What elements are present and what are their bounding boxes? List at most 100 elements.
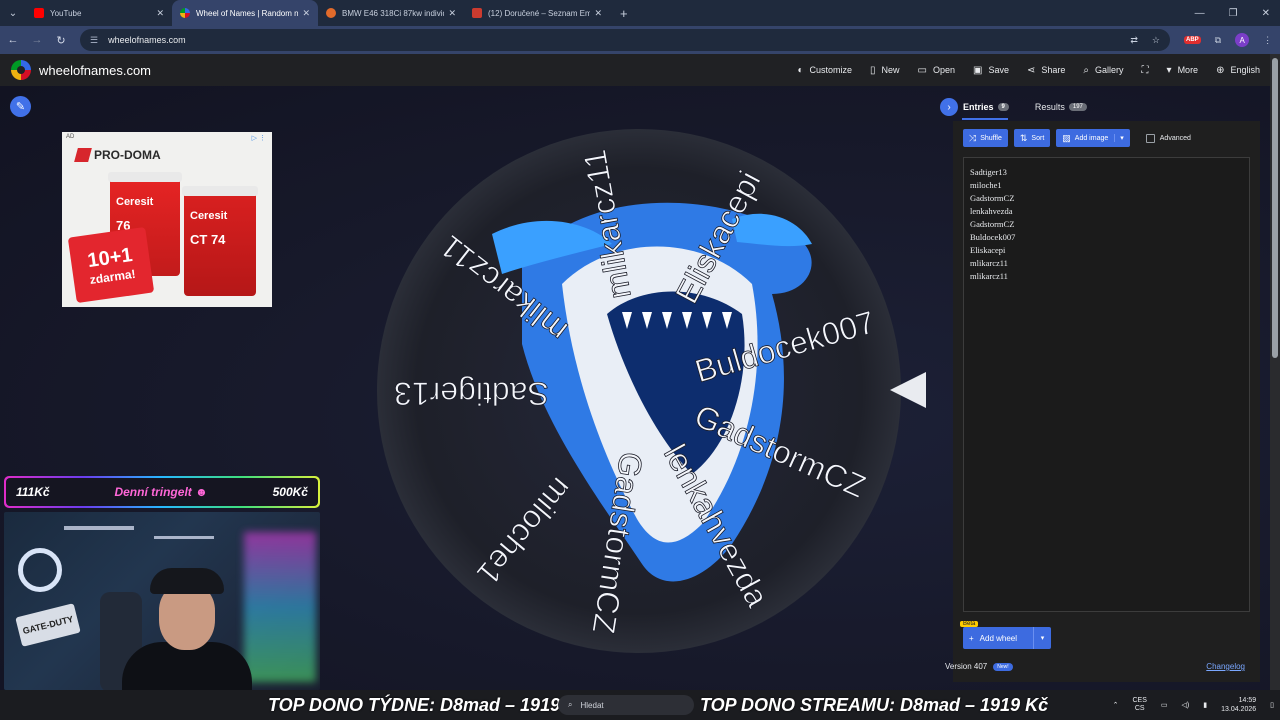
language-indicator[interactable]: CES CS	[1132, 697, 1146, 713]
back-icon[interactable]: ←	[2, 34, 24, 46]
notifications-icon[interactable]: ▯	[1270, 701, 1274, 709]
browser-tab-youtube[interactable]: YouTube ✕	[26, 0, 172, 26]
clock[interactable]: 14:59 13.04.2026	[1221, 696, 1256, 714]
forward-icon[interactable]: →	[26, 34, 48, 46]
clock-time: 14:59	[1238, 697, 1257, 704]
address-bar[interactable]: ☰ wheelofnames.com ⇄ ☆	[80, 29, 1170, 51]
translate-icon[interactable]: ⇄	[1130, 35, 1138, 46]
fullscreen-icon: ⛶	[1141, 64, 1149, 76]
menu-item-label: English	[1230, 65, 1260, 75]
search-icon: ⌕	[1083, 64, 1090, 76]
restore-icon[interactable]: ❐	[1229, 8, 1238, 19]
changelog-link[interactable]: Changelog	[1206, 662, 1245, 671]
tray-chevron-up-icon[interactable]: ⌃	[1113, 701, 1119, 709]
new-tab-icon[interactable]: +	[620, 6, 628, 21]
reload-icon[interactable]: ↻	[50, 34, 72, 47]
battery-icon[interactable]: ▮	[1203, 701, 1207, 709]
chevron-down-icon[interactable]: ▾	[1114, 134, 1124, 142]
close-tab-icon[interactable]: ✕	[594, 8, 602, 19]
shuffle-button[interactable]: ⤨ Shuffle	[963, 129, 1008, 147]
folder-icon: ▭	[917, 64, 927, 76]
site-logo-icon[interactable]	[11, 60, 31, 80]
menu-item-open[interactable]: ▭ Open	[918, 65, 955, 76]
bookmark-star-icon[interactable]: ☆	[1152, 35, 1160, 46]
advanced-checkbox[interactable]	[1145, 133, 1155, 143]
network-icon[interactable]: ▭	[1161, 701, 1168, 709]
sort-label: Sort	[1031, 134, 1045, 142]
close-window-icon[interactable]: ✕	[1262, 8, 1270, 19]
webcam-person-cap	[150, 568, 224, 594]
new-file-icon: ▯	[870, 64, 876, 76]
browser-tab-strip: ⌄ YouTube ✕ Wheel of Names | Random name…	[0, 0, 1280, 26]
edit-pencil-icon[interactable]: ✎	[10, 96, 31, 117]
search-icon: ⌕	[568, 700, 573, 709]
menu-item-gallery[interactable]: ⌕ Gallery	[1083, 65, 1123, 76]
close-tab-icon[interactable]: ✕	[302, 8, 310, 19]
site-title[interactable]: wheelofnames.com	[39, 63, 151, 78]
add-image-button[interactable]: ▨ Add image ▾	[1056, 129, 1130, 147]
browser-tab-wheel-of-names[interactable]: Wheel of Names | Random name picker ✕	[172, 0, 318, 26]
ad-brand: PRO-DOMA	[74, 148, 161, 162]
entries-textarea[interactable]: Sadtiger13 miloche1 GadstormCZ lenkahvezda G…	[963, 157, 1250, 612]
taskbar-search[interactable]: ⌕ Hledat	[558, 695, 694, 715]
menu-item-share[interactable]: ⋖ Share	[1027, 65, 1065, 76]
tab-results[interactable]: Results 197	[1035, 102, 1087, 112]
profile-avatar[interactable]: A	[1235, 33, 1250, 47]
close-tab-icon[interactable]: ✕	[156, 8, 164, 19]
tab-search-icon[interactable]: ⌄	[0, 0, 26, 26]
url-text: wheelofnames.com	[108, 35, 186, 45]
advertisement[interactable]: AD ▷ ⋮ PRO-DOMA Ceresit 76 Ceresit CT 74…	[62, 132, 272, 307]
volume-icon[interactable]: ◁)	[1182, 701, 1190, 709]
wheel[interactable]: Sadtiger13 miloche1 GadstormCZ lenkahvezda G…	[372, 124, 906, 658]
advanced-toggle[interactable]: Advanced	[1145, 133, 1191, 143]
webcam-shelf	[154, 536, 214, 539]
browser-tab-bmw[interactable]: BMW E46 318Ci 87kw individual ✕	[318, 0, 464, 26]
menu-item-label: Customize	[809, 65, 852, 75]
entry-line: Buldocek007	[970, 232, 1016, 242]
lang-top: CES	[1132, 697, 1147, 704]
site-info-icon[interactable]: ☰	[90, 35, 98, 46]
screen: ⌄ YouTube ✕ Wheel of Names | Random name…	[0, 0, 1280, 720]
seznam-favicon-icon	[472, 8, 482, 18]
menu-item-fullscreen[interactable]: ⛶	[1142, 65, 1149, 76]
add-wheel-button[interactable]: + Add wheel ▾	[963, 627, 1051, 649]
entry-line: GadstormCZ	[970, 193, 1015, 203]
entries-count-badge: 9	[997, 103, 1009, 111]
menu-item-label: Save	[988, 65, 1009, 75]
ad-info-icon[interactable]: ▷ ⋮	[252, 134, 266, 142]
wheel-pointer-icon	[890, 372, 926, 408]
donation-goal-bar: 111Kč Denní tringelt ☻ 500Kč	[4, 476, 320, 508]
wheel-graphic[interactable]: Sadtiger13miloche1 GadstormCZ lenkahvezdaG…	[372, 124, 906, 658]
menu-item-more[interactable]: ▾ More	[1167, 65, 1199, 76]
minimize-icon[interactable]: —	[1195, 8, 1205, 19]
browser-tab-seznam-email[interactable]: (12) Doručené – Seznam Email ✕	[464, 0, 610, 26]
extensions-puzzle-icon[interactable]: ⧉	[1215, 35, 1221, 46]
webcam-ring-light	[18, 548, 62, 592]
sort-button[interactable]: ⇅ Sort	[1013, 129, 1051, 147]
extensions-area: ABP ⧉ A ⋮	[1184, 33, 1272, 47]
browser-menu-icon[interactable]: ⋮	[1263, 35, 1272, 46]
close-tab-icon[interactable]: ✕	[448, 8, 456, 19]
page-scrollbar[interactable]	[1270, 54, 1280, 690]
ad-promo-badge: 10+1 zdarma!	[67, 226, 155, 304]
scrollbar-thumb[interactable]	[1272, 58, 1278, 358]
tab-title: (12) Doručené – Seznam Email	[488, 8, 591, 18]
menu-item-save[interactable]: ▣ Save	[973, 65, 1009, 76]
chevron-down-icon[interactable]: ▾	[1033, 627, 1051, 649]
menu-item-label: Gallery	[1095, 65, 1124, 75]
wheel-favicon-icon	[180, 8, 190, 18]
browser-toolbar: ← → ↻ ☰ wheelofnames.com ⇄ ☆ ABP ⧉ A ⋮	[0, 26, 1280, 54]
menu-item-customize[interactable]: ◐ Customize	[797, 65, 852, 76]
tab-entries[interactable]: Entries 9	[963, 102, 1009, 112]
palette-icon: ◐	[797, 64, 804, 76]
donation-goal-label-text: Denní tringelt	[114, 485, 192, 499]
collapse-sidebar-icon[interactable]: ›	[940, 98, 958, 116]
menu-item-english[interactable]: ⊕ English	[1216, 65, 1260, 76]
entry-line: miloche1	[970, 180, 1002, 190]
menu-item-new[interactable]: ▯ New	[870, 65, 900, 76]
entries-panel: ⤨ Shuffle ⇅ Sort ▨ Add image ▾ Advanced …	[953, 121, 1260, 682]
adblock-extension-icon[interactable]: ABP	[1184, 36, 1201, 44]
chevron-down-icon: ▾	[1166, 64, 1172, 76]
save-icon: ▣	[973, 64, 983, 76]
entries-actions: ⤨ Shuffle ⇅ Sort ▨ Add image ▾ Advanced	[963, 129, 1191, 147]
